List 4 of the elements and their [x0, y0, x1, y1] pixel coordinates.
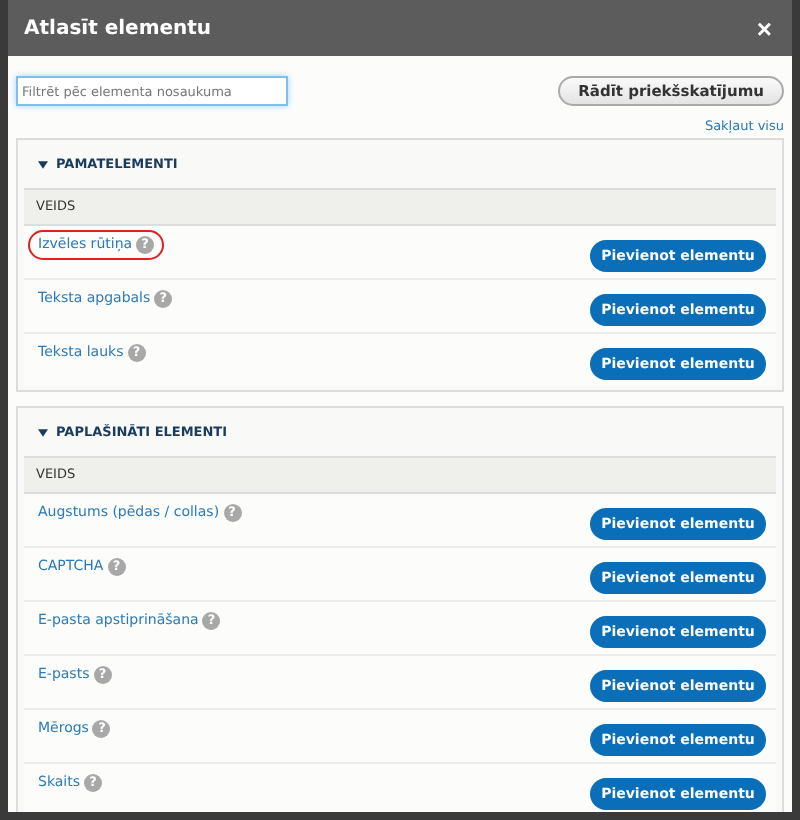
- window-title: Atlasīt elementu: [24, 17, 212, 39]
- caret-icon[interactable]: [38, 159, 48, 169]
- close-button[interactable]: ×: [752, 15, 776, 41]
- caret-icon[interactable]: [38, 427, 48, 437]
